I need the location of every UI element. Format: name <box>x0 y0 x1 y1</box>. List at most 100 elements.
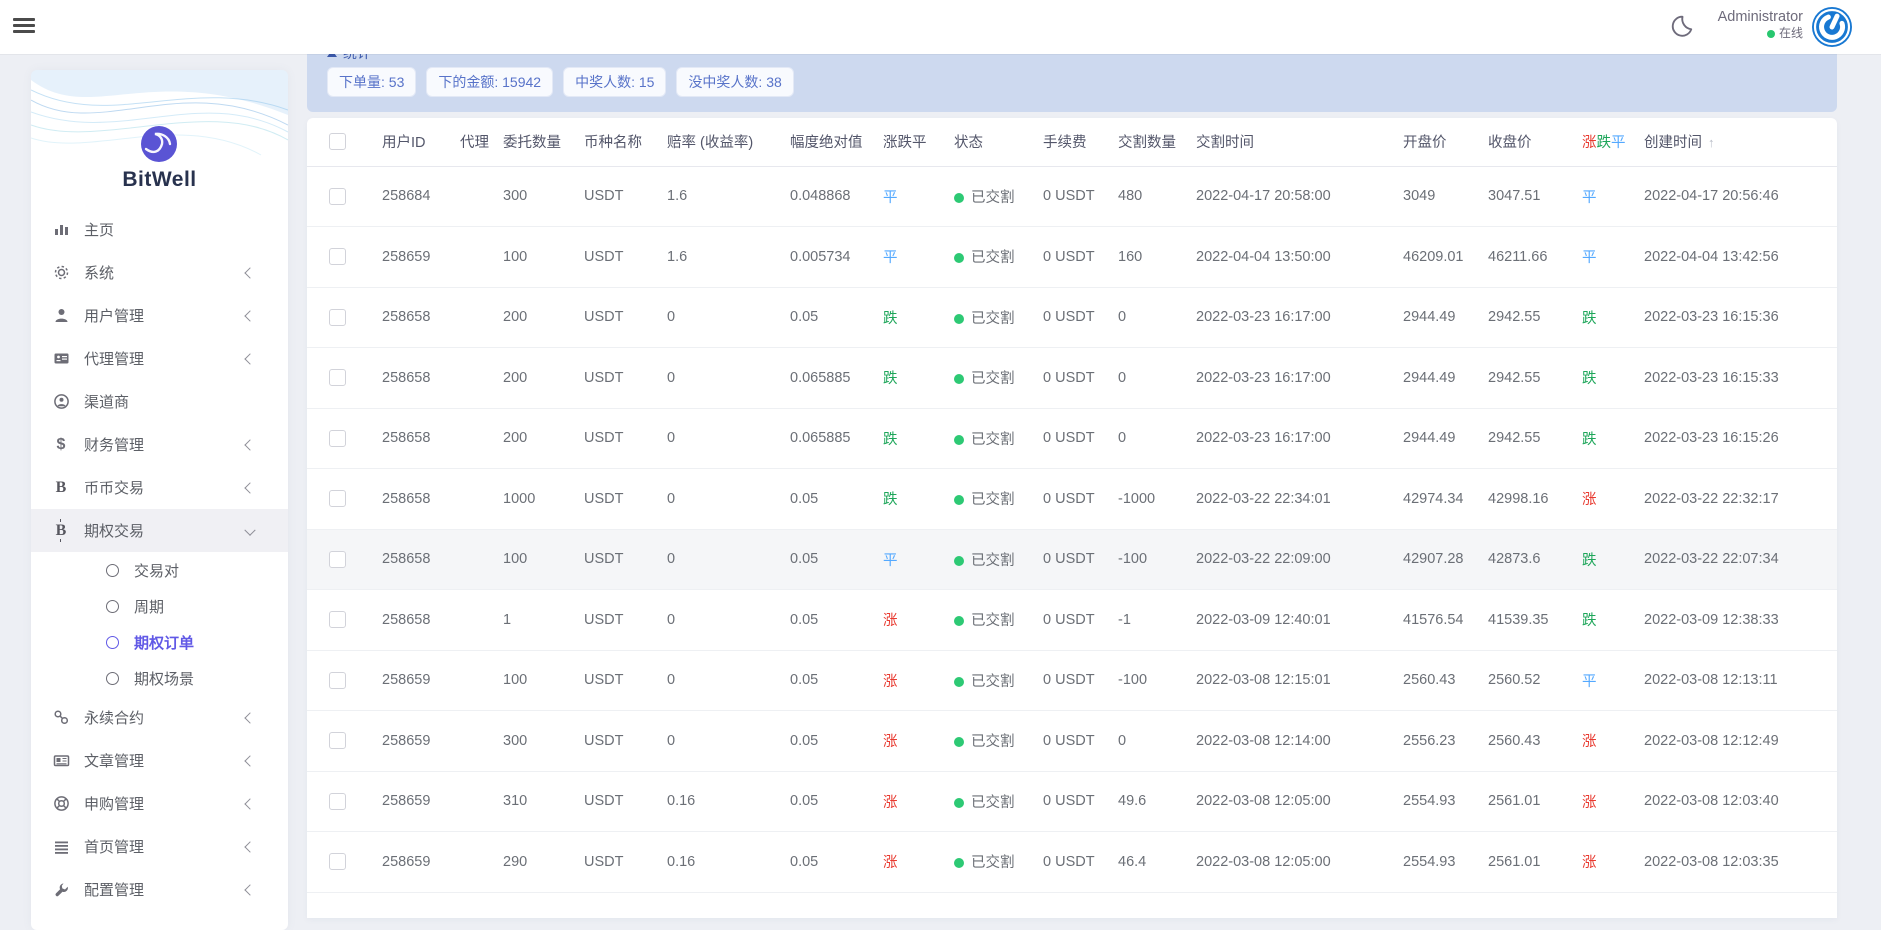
sidebar-item-7[interactable]: B期权交易 <box>31 509 288 552</box>
cell-direction: 涨 <box>871 771 942 832</box>
row-checkbox[interactable] <box>329 490 346 507</box>
cell-agent <box>448 832 491 893</box>
cell-odds: 0 <box>655 590 778 651</box>
column-header-2: 委托数量 <box>491 118 572 166</box>
cell-fee: 0 USDT <box>1031 590 1106 651</box>
cell-settle-time: 2022-03-08 12:14:00 <box>1184 711 1391 772</box>
cell-settle-qty: -100 <box>1106 650 1184 711</box>
sidebar-item-2[interactable]: 用户管理 <box>31 294 288 337</box>
admin-avatar-power-icon[interactable] <box>1811 6 1853 48</box>
sidebar-item-5[interactable]: $财务管理 <box>31 423 288 466</box>
table-header-row: 用户ID代理委托数量币种名称赔率 (收益率)幅度绝对值涨跌平状态手续费交割数量交… <box>307 118 1837 166</box>
sidebar-item-16[interactable]: 配置管理 <box>31 868 288 911</box>
cell-settle-time: 2022-03-23 16:17:00 <box>1184 287 1391 348</box>
table-row: 258659290USDT0.160.05涨已交割0 USDT46.42022-… <box>307 832 1837 893</box>
cell-range: 0.05 <box>778 832 871 893</box>
sidebar-subitem-8[interactable]: 交易对 <box>31 552 288 588</box>
column-header-14[interactable]: 创建时间↑ <box>1632 118 1837 166</box>
cell-result: 跌 <box>1570 348 1632 409</box>
cell-coin: USDT <box>572 469 655 530</box>
row-checkbox[interactable] <box>329 188 346 205</box>
cell-created: 2022-03-08 12:12:49 <box>1632 711 1837 772</box>
status-dot-icon <box>954 435 964 445</box>
row-checkbox[interactable] <box>329 672 346 689</box>
sort-asc-arrow-icon[interactable]: ↑ <box>1708 135 1715 150</box>
cell-status: 已交割 <box>942 650 1031 711</box>
sidebar-item-3[interactable]: 代理管理 <box>31 337 288 380</box>
cell-coin: USDT <box>572 287 655 348</box>
sidebar-item-4[interactable]: 渠道商 <box>31 380 288 423</box>
sidebar-item-1[interactable]: 系统 <box>31 251 288 294</box>
cell-settle-qty: 480 <box>1106 166 1184 227</box>
sidebar-item-0[interactable]: 主页 <box>31 208 288 251</box>
cell-status: 已交割 <box>942 227 1031 288</box>
cell-created: 2022-03-09 12:38:33 <box>1632 590 1837 651</box>
sidebar-item-13[interactable]: 文章管理 <box>31 739 288 782</box>
row-checkbox[interactable] <box>329 551 346 568</box>
cell-agent <box>448 408 491 469</box>
chevron-left-icon <box>244 482 255 493</box>
sidebar-item-14[interactable]: 申购管理 <box>31 782 288 825</box>
sidebar-subitem-10[interactable]: 期权订单 <box>31 624 288 660</box>
sidebar-subitem-11[interactable]: 期权场景 <box>31 660 288 696</box>
cell-odds: 0.16 <box>655 832 778 893</box>
sidebar-item-15[interactable]: 首页管理 <box>31 825 288 868</box>
row-checkbox[interactable] <box>329 793 346 810</box>
chevron-left-icon <box>244 439 255 450</box>
cell-direction: 跌 <box>871 348 942 409</box>
cell-fee: 0 USDT <box>1031 408 1106 469</box>
cell-settle-qty: 49.6 <box>1106 771 1184 832</box>
cell-status: 已交割 <box>942 408 1031 469</box>
sidebar: BitWell 主页系统用户管理代理管理渠道商$财务管理B币币交易B期权交易交易… <box>31 70 288 930</box>
row-checkbox[interactable] <box>329 369 346 386</box>
cell-direction: 涨 <box>871 590 942 651</box>
select-all-checkbox[interactable] <box>329 133 346 150</box>
id-card-icon <box>52 350 70 368</box>
cell-user-id: 258684 <box>370 166 448 227</box>
menu-toggle-icon[interactable] <box>13 15 35 37</box>
cell-settle-qty: 0 <box>1106 408 1184 469</box>
cell-status: 已交割 <box>942 711 1031 772</box>
cell-close: 42873.6 <box>1476 529 1570 590</box>
column-header-11: 开盘价 <box>1391 118 1476 166</box>
row-checkbox[interactable] <box>329 853 346 870</box>
cell-result: 涨 <box>1570 771 1632 832</box>
stat-badge-2: 中奖人数: 15 <box>563 67 666 97</box>
dollar-icon: $ <box>52 436 70 454</box>
cell-direction: 平 <box>871 227 942 288</box>
cell-user-id: 258659 <box>370 832 448 893</box>
cell-close: 2942.55 <box>1476 287 1570 348</box>
cell-agent <box>448 166 491 227</box>
cell-created: 2022-03-23 16:15:36 <box>1632 287 1837 348</box>
cell-select <box>307 590 370 651</box>
column-header-10: 交割时间 <box>1184 118 1391 166</box>
cell-select <box>307 529 370 590</box>
sidebar-item-label: 申购管理 <box>84 793 144 814</box>
sidebar-subitem-9[interactable]: 周期 <box>31 588 288 624</box>
cell-range: 0.05 <box>778 287 871 348</box>
sidebar-item-6[interactable]: B币币交易 <box>31 466 288 509</box>
cell-direction: 平 <box>871 166 942 227</box>
row-checkbox[interactable] <box>329 248 346 265</box>
row-checkbox[interactable] <box>329 309 346 326</box>
sidebar-item-12[interactable]: 永续合约 <box>31 696 288 739</box>
dark-mode-moon-icon[interactable] <box>1666 11 1696 41</box>
cell-amount: 300 <box>491 166 572 227</box>
cell-settle-time: 2022-03-23 16:17:00 <box>1184 348 1391 409</box>
row-checkbox[interactable] <box>329 611 346 628</box>
chevron-left-icon <box>244 841 255 852</box>
cell-amount: 1 <box>491 590 572 651</box>
cell-odds: 0 <box>655 650 778 711</box>
admin-info[interactable]: Administrator 在线 <box>1718 8 1803 41</box>
user-circle-icon <box>52 393 70 411</box>
list-lines-icon <box>52 838 70 856</box>
cell-odds: 0 <box>655 408 778 469</box>
cell-range: 0.05 <box>778 469 871 530</box>
row-checkbox[interactable] <box>329 430 346 447</box>
cell-open: 2554.93 <box>1391 832 1476 893</box>
cell-status: 已交割 <box>942 469 1031 530</box>
cell-direction: 跌 <box>871 408 942 469</box>
cell-settle-qty: -1 <box>1106 590 1184 651</box>
row-checkbox[interactable] <box>329 732 346 749</box>
cell-odds: 1.6 <box>655 227 778 288</box>
